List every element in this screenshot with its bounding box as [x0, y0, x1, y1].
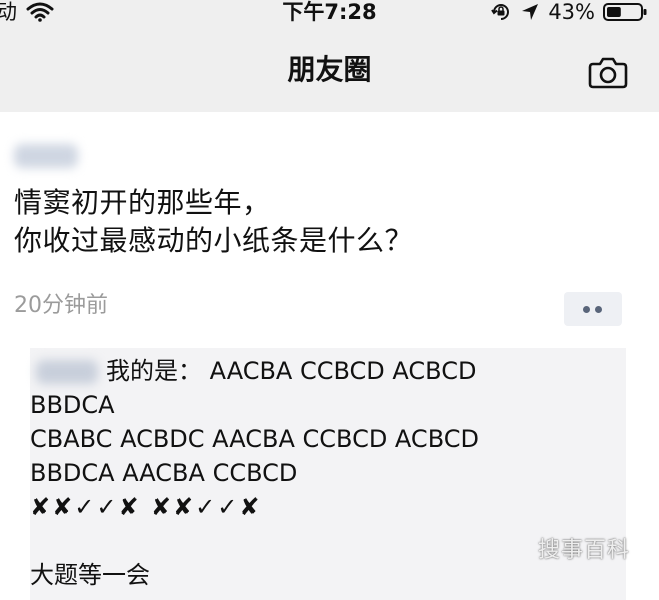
- more-dots-icon: [583, 306, 590, 313]
- status-bar: 动 下午7:28 43%: [0, 0, 659, 28]
- battery-icon: [603, 3, 647, 21]
- more-actions-button[interactable]: [564, 292, 622, 326]
- post-text-line: 你收过最感动的小纸条是什么？: [14, 224, 414, 257]
- comment-line: CBABC ACBDC AACBA CCBCD ACBCD: [30, 425, 479, 453]
- battery-fill: [607, 7, 621, 17]
- comment-line: 我的是： AACBA CCBCD ACBCD: [106, 357, 477, 385]
- comment-line: BBDCA AACBA CCBCD: [30, 459, 298, 487]
- comment-marks-line: ✘✘✓✓✘ ✘✘✓✓✘: [30, 493, 262, 521]
- camera-button[interactable]: [586, 52, 630, 92]
- author-name-blurred[interactable]: 小威: [14, 144, 78, 168]
- status-indicators: 43%: [490, 0, 647, 24]
- post-timestamp: 20分钟前: [14, 293, 108, 318]
- post-text: 情窦初开的那些年， 你收过最感动的小纸条是什么？: [14, 184, 614, 260]
- more-dots-icon: [595, 306, 602, 313]
- comment-line: 大题等一会: [30, 561, 150, 589]
- rotation-lock-icon: [491, 4, 510, 20]
- comment-section: 小威 我的是： AACBA CCBCD ACBCD BBDCA CBABC AC…: [30, 348, 626, 600]
- nav-bar: 朋友圈: [0, 28, 659, 112]
- post-text-line: 情窦初开的那些年，: [14, 186, 271, 219]
- comment-text: 我的是： AACBA CCBCD ACBCD BBDCA CBABC ACBDC…: [30, 354, 620, 592]
- location-arrow-icon: [522, 4, 539, 20]
- battery-percent: 43%: [548, 0, 595, 24]
- moment-post: 小威 情窦初开的那些年， 你收过最感动的小纸条是什么？ 20分钟前 小威 我的是…: [0, 112, 659, 600]
- watermark: 搜事百科: [538, 538, 631, 563]
- comment-line: BBDCA: [30, 391, 115, 419]
- page-title: 朋友圈: [287, 53, 372, 86]
